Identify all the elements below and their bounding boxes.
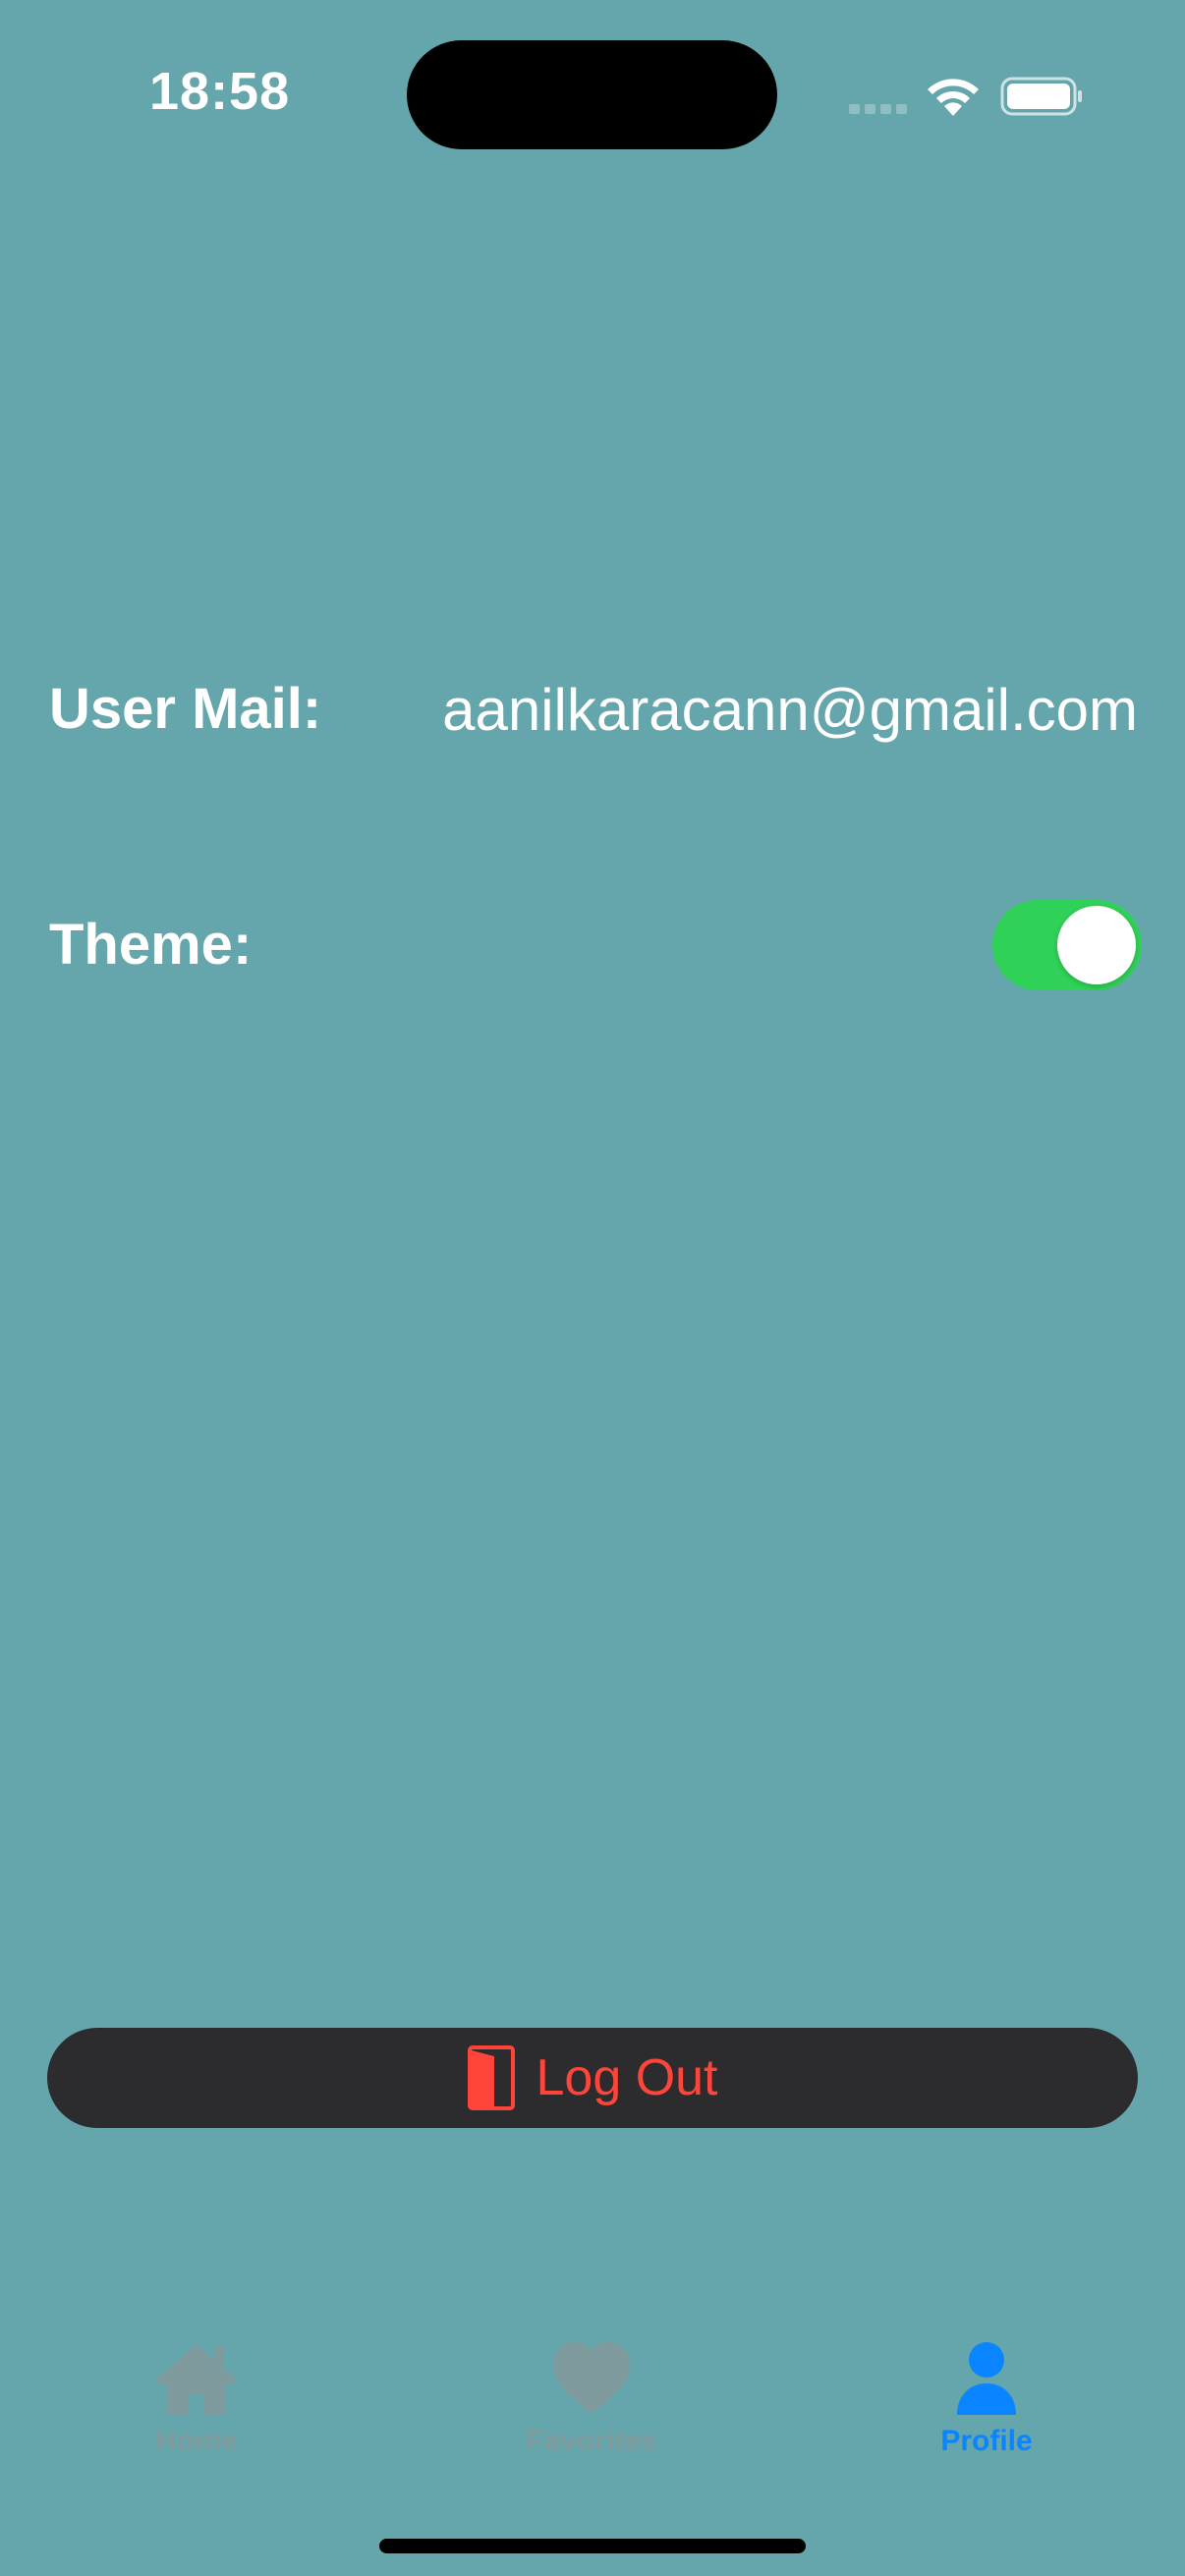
cellular-signal-icon <box>849 104 907 114</box>
battery-icon <box>1000 77 1082 116</box>
home-indicator <box>379 2539 806 2553</box>
user-mail-value: aanilkaracann@gmail.com <box>442 677 1138 743</box>
tab-home-label: Home <box>155 2425 238 2457</box>
tab-profile-label: Profile <box>940 2425 1033 2457</box>
door-icon <box>468 2045 516 2110</box>
tab-favorites-label: Favorites <box>526 2425 657 2457</box>
tab-profile[interactable]: Profile <box>878 2338 1095 2458</box>
tab-favorites[interactable]: Favorites <box>483 2338 700 2458</box>
theme-label: Theme: <box>49 913 253 977</box>
logout-label: Log Out <box>536 2049 718 2106</box>
person-fill-icon <box>957 2342 1016 2415</box>
toggle-knob <box>1057 906 1136 984</box>
user-mail-label: User Mail: <box>49 677 322 741</box>
tab-home[interactable]: Home <box>88 2338 305 2458</box>
status-time: 18:58 <box>149 62 291 121</box>
wifi-icon <box>928 79 979 116</box>
logout-button[interactable]: Log Out <box>47 2028 1138 2128</box>
heart-fill-icon <box>553 2342 630 2413</box>
dynamic-island <box>407 40 777 149</box>
house-fill-icon <box>156 2344 237 2415</box>
theme-toggle[interactable] <box>992 900 1142 990</box>
